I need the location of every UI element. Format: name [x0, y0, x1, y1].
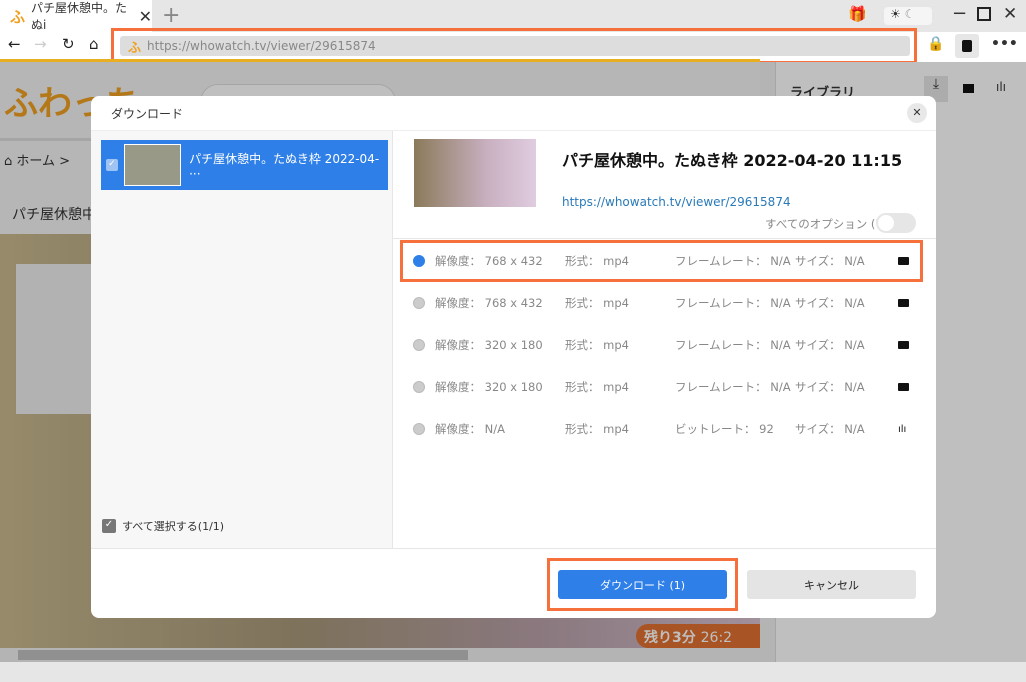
item-list: ✓ パチ屋休憩中。たぬき枠 2022-04-··· ✓ すべて選択する(1/1) — [91, 131, 393, 548]
close-window-icon[interactable]: ✕ — [1003, 4, 1017, 24]
format: 形式： mp4 — [565, 422, 629, 436]
cancel-button[interactable]: キャンセル — [747, 570, 916, 599]
video-icon — [898, 383, 909, 391]
more-icon[interactable]: ••• — [991, 36, 1018, 52]
size: サイズ： N/A — [795, 296, 865, 310]
size: サイズ： N/A — [795, 338, 865, 352]
option-radio[interactable] — [413, 339, 425, 351]
format-option-row[interactable]: 解像度： 320 x 180 形式： mp4 フレームレート： N/A サイズ：… — [393, 366, 923, 408]
option-radio[interactable] — [413, 381, 425, 393]
close-tab-icon[interactable]: ✕ — [139, 7, 152, 26]
all-options-toggle[interactable] — [876, 213, 916, 233]
new-tab-icon[interactable]: + — [162, 3, 180, 28]
item-checkbox[interactable]: ✓ — [106, 159, 118, 171]
video-url-link[interactable]: https://whowatch.tv/viewer/29615874 — [562, 195, 791, 209]
theme-toggle[interactable]: ☀ ☾ — [884, 7, 932, 25]
format: 形式： mp4 — [565, 338, 629, 352]
select-all-checkbox[interactable]: ✓ すべて選択する(1/1) — [102, 518, 224, 534]
download-dialog: ダウンロード ✕ ✓ パチ屋休憩中。たぬき枠 2022-04-··· ✓ すべて… — [91, 96, 936, 618]
video-title: パチ屋休憩中。たぬき枠 2022-04-20 11:15 — [562, 151, 903, 170]
video-thumbnail — [414, 139, 536, 207]
item-thumbnail — [123, 144, 182, 186]
details-pane: パチ屋休憩中。たぬき枠 2022-04-20 11:15 https://who… — [393, 131, 936, 548]
format: 形式： mp4 — [565, 296, 629, 310]
resolution: 解像度： N/A — [435, 422, 505, 436]
gift-icon[interactable]: 🎁 — [848, 5, 867, 23]
status-bar — [0, 662, 1026, 682]
format-option-row[interactable]: 解像度： N/A 形式： mp4 ビットレート： 92 サイズ： N/A ılı — [393, 408, 923, 450]
download-button-highlight — [547, 558, 738, 611]
video-icon — [898, 299, 909, 307]
maximize-icon[interactable] — [977, 7, 991, 21]
resolution: 解像度： 320 x 180 — [435, 338, 543, 352]
dialog-title: ダウンロード — [111, 107, 184, 121]
lock-icon[interactable]: 🔒 — [927, 36, 944, 52]
option-radio[interactable] — [413, 423, 425, 435]
reload-icon[interactable]: ↻ — [62, 35, 75, 53]
size: サイズ： N/A — [795, 422, 865, 436]
option-radio[interactable] — [413, 297, 425, 309]
close-icon[interactable]: ✕ — [907, 103, 927, 123]
rate: ビットレート： 92 — [675, 422, 774, 436]
home-icon[interactable]: ⌂ — [89, 35, 99, 53]
format-option-row[interactable]: 解像度： 320 x 180 形式： mp4 フレームレート： N/A サイズ：… — [393, 324, 923, 366]
size: サイズ： N/A — [795, 380, 865, 394]
format-option-row[interactable]: 解像度： 768 x 432 形式： mp4 フレームレート： N/A サイズ：… — [393, 282, 923, 324]
back-icon[interactable]: ← — [8, 35, 21, 53]
rate: フレームレート： N/A — [675, 380, 791, 394]
all-options-label: すべてのオプション (7) — [765, 217, 888, 231]
audio-icon: ılı — [898, 423, 907, 435]
download-extension-icon[interactable] — [955, 34, 979, 58]
list-item[interactable]: ✓ パチ屋休憩中。たぬき枠 2022-04-··· — [101, 140, 388, 190]
resolution: 解像度： 768 x 432 — [435, 296, 543, 310]
video-icon — [898, 341, 909, 349]
site-favicon-icon: ふ — [10, 7, 26, 26]
item-title: パチ屋休憩中。たぬき枠 2022-04-··· — [189, 151, 380, 181]
rate: フレームレート： N/A — [675, 296, 791, 310]
rate: フレームレート： N/A — [675, 338, 791, 352]
forward-icon[interactable]: → — [34, 35, 47, 53]
minimize-icon[interactable]: − — [952, 3, 967, 24]
format: 形式： mp4 — [565, 380, 629, 394]
resolution: 解像度： 320 x 180 — [435, 380, 543, 394]
selected-option-highlight — [400, 240, 923, 282]
